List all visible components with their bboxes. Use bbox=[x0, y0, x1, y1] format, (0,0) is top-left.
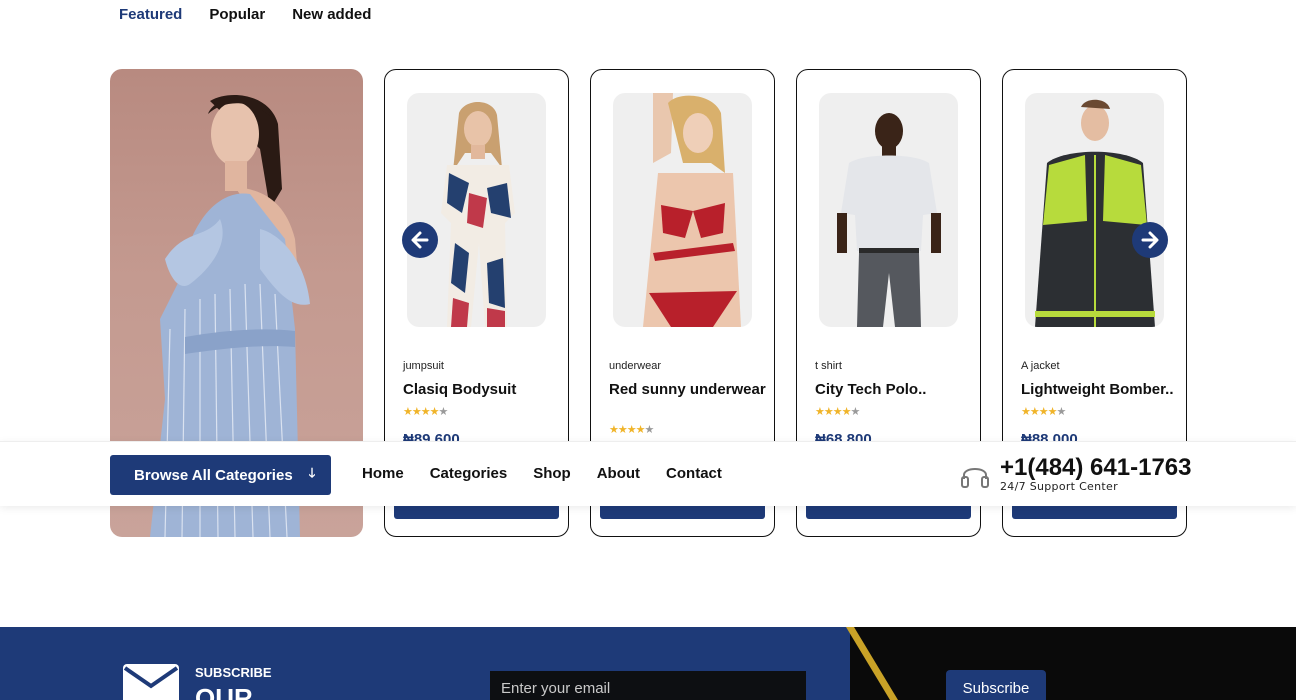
underwear-model-illustration bbox=[643, 93, 741, 327]
rating-stars: ★★★★★ bbox=[1021, 406, 1066, 418]
product-image[interactable] bbox=[1025, 93, 1164, 327]
tab-featured[interactable]: Featured bbox=[119, 6, 182, 23]
product-category: underwear bbox=[609, 360, 661, 372]
jumpsuit-model-illustration bbox=[441, 101, 515, 327]
nav-contact[interactable]: Contact bbox=[666, 465, 722, 482]
product-title[interactable]: City Tech Polo.. bbox=[815, 381, 975, 398]
browse-categories-button[interactable]: Browse All Categories 🡓 bbox=[110, 455, 331, 495]
product-category: A jacket bbox=[1021, 360, 1060, 372]
nav-shop[interactable]: Shop bbox=[533, 465, 571, 482]
carousel-prev-button[interactable] bbox=[402, 222, 438, 258]
newsletter-footer: SUBSCRIBE OUR Subscribe bbox=[0, 627, 1296, 700]
product-tabs: Featured Popular New added bbox=[119, 6, 371, 23]
headset-icon bbox=[961, 467, 989, 488]
product-category: jumpsuit bbox=[403, 360, 444, 372]
product-image[interactable] bbox=[407, 93, 546, 327]
support-label: 24/7 Support Center bbox=[1000, 480, 1118, 493]
arrow-left-icon bbox=[411, 231, 429, 249]
email-input[interactable] bbox=[490, 671, 806, 700]
product-category: t shirt bbox=[815, 360, 842, 372]
product-title[interactable]: Lightweight Bomber.. bbox=[1021, 381, 1181, 398]
product-image[interactable] bbox=[613, 93, 752, 327]
envelope-icon bbox=[123, 664, 179, 700]
nav-categories[interactable]: Categories bbox=[430, 465, 508, 482]
arrow-down-icon: 🡓 bbox=[308, 465, 316, 480]
support-contact: +1(484) 641-1763 24/7 Support Center bbox=[960, 456, 1191, 493]
rating-stars: ★★★★★ bbox=[403, 406, 448, 418]
main-menu: Home Categories Shop About Contact bbox=[362, 465, 722, 482]
product-title[interactable]: Clasiq Bodysuit bbox=[403, 381, 563, 398]
nav-about[interactable]: About bbox=[597, 465, 640, 482]
tab-popular[interactable]: Popular bbox=[209, 6, 265, 23]
carousel-next-button[interactable] bbox=[1132, 222, 1168, 258]
rating-stars: ★★★★★ bbox=[815, 406, 860, 418]
sticky-navbar: Browse All Categories 🡓 Home Categories … bbox=[0, 441, 1296, 506]
browse-categories-label: Browse All Categories bbox=[134, 466, 293, 484]
subscribe-label: SUBSCRIBE bbox=[195, 665, 272, 680]
newsletter-heading: OUR bbox=[195, 683, 253, 700]
rating-stars: ★★★★★ bbox=[609, 424, 654, 436]
subscribe-button[interactable]: Subscribe bbox=[946, 670, 1046, 700]
polo-model-illustration bbox=[837, 113, 941, 327]
product-image[interactable] bbox=[819, 93, 958, 327]
jacket-model-illustration bbox=[1035, 99, 1155, 327]
product-title[interactable]: Red sunny underwear bbox=[609, 381, 769, 398]
support-phone[interactable]: +1(484) 641-1763 bbox=[1000, 456, 1191, 480]
tab-new-added[interactable]: New added bbox=[292, 6, 371, 23]
nav-home[interactable]: Home bbox=[362, 465, 404, 482]
arrow-right-icon bbox=[1141, 231, 1159, 249]
